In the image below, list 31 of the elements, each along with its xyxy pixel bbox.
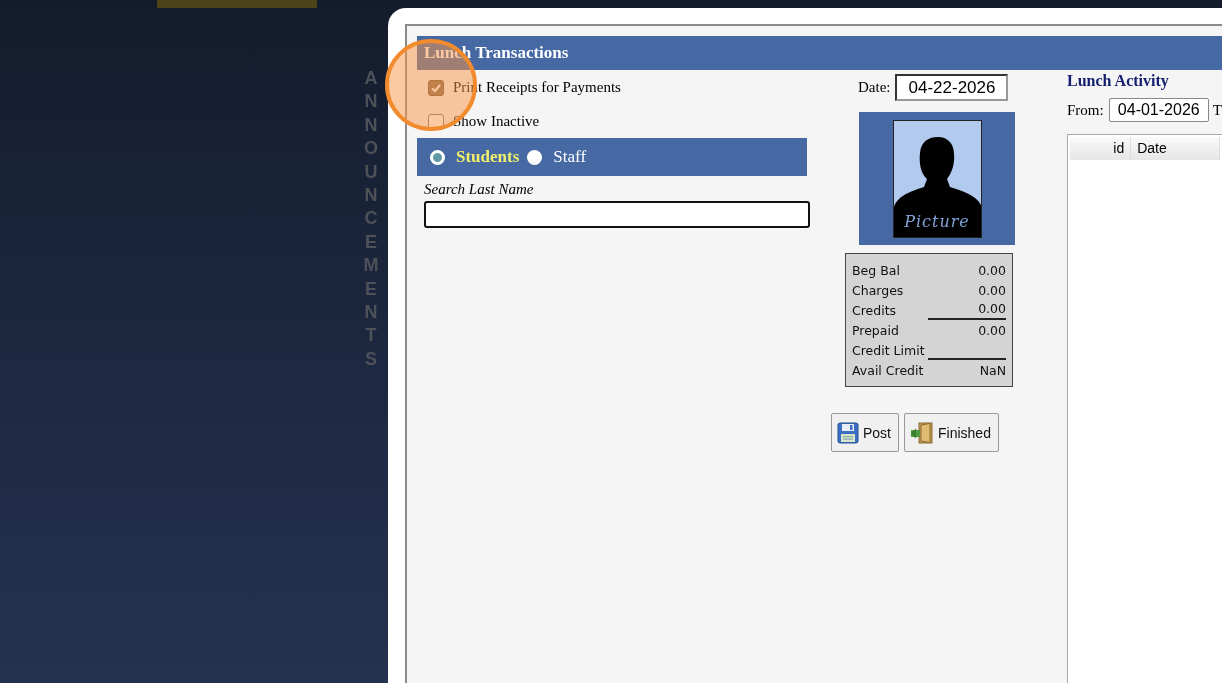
radio-label: Staff [553,147,587,167]
balance-label: Beg Bal [852,262,900,280]
search-field[interactable] [424,201,810,228]
field-label: Date: [858,79,891,96]
balance-label: Prepaid [852,322,899,340]
radio-button[interactable] [430,149,445,165]
field-label: Search Last Name [423,180,535,198]
finished-button[interactable]: Finished [904,413,999,452]
balance-value: NaN [978,362,1006,380]
door-exit-icon [910,421,934,444]
checkbox[interactable] [428,79,444,96]
from-date-field[interactable]: 04-01-2026 [1108,98,1209,122]
photo-caption: Picture [903,211,971,231]
balance-value: 0.00 [977,322,1006,340]
section-title: Lunch Activity [1067,71,1170,91]
post-button[interactable]: Post [831,413,899,452]
balance-value: 0.00 [977,282,1006,300]
radio-button[interactable] [527,149,543,165]
field-label: From: [1067,101,1104,119]
checkbox[interactable] [428,113,444,130]
column-header[interactable]: Date [1131,137,1220,160]
balance-label: Credits [852,302,897,320]
date-field[interactable]: 04-22-2026 [895,74,1009,101]
balance-value: 0.00 [977,262,1006,280]
balance-label: Credit Limit [852,342,925,360]
balance-label: Avail Credit [852,362,924,380]
radio-label: Students [456,147,520,167]
field-label: T [1212,101,1222,119]
column-header[interactable]: id [1070,137,1132,160]
balance-label: Charges [852,282,904,300]
balance-value: 0.00 [928,300,1006,320]
